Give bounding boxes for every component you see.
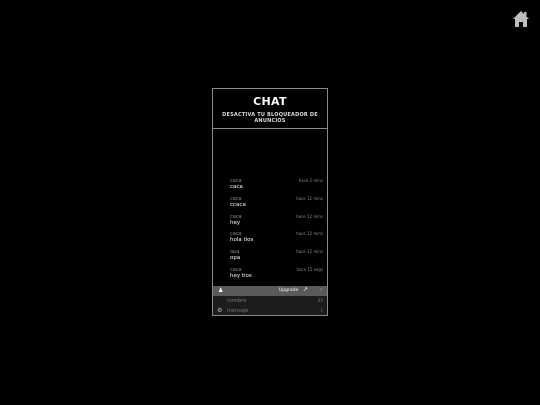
message-item: caca hey hace 12 mins (230, 213, 323, 231)
message-time: hace 15 segs (296, 266, 323, 272)
home-button[interactable] (512, 10, 530, 28)
message-time: hace 12 mins (296, 249, 323, 255)
message-time: hace 12 mins (296, 231, 323, 237)
user-icon[interactable]: ♟ (218, 287, 223, 295)
chat-input-area: 45 ⚙ 1 (213, 296, 327, 315)
chat-toolbar: ♟ Upgrade ↗ × (213, 286, 327, 296)
message-time: hace 2 mins (298, 178, 323, 183)
name-row: 45 (213, 296, 327, 306)
message-text: hey tios (230, 272, 252, 279)
home-icon (513, 11, 529, 27)
message-text: opa (230, 255, 241, 262)
message-text: hey (230, 219, 241, 226)
gear-icon[interactable]: ⚙ (217, 307, 222, 315)
close-icon[interactable]: × (319, 286, 323, 294)
chat-title: CHAT (253, 95, 287, 108)
message-char-count: 1 (320, 308, 323, 313)
message-item: caca caca hace 2 mins (230, 177, 323, 195)
chat-subtitle: DESACTIVA TU BLOQUEADOR DE ANUNCIOS (222, 112, 318, 124)
message-list: caca caca hace 2 mins caca ccaca hace 12… (213, 177, 327, 284)
message-row: ⚙ 1 (213, 306, 327, 316)
message-time: hace 12 mins (296, 213, 323, 219)
name-input[interactable] (227, 297, 309, 305)
message-item: caca hola tios hace 12 mins (230, 230, 323, 248)
message-text: caca (230, 184, 243, 190)
external-link-icon[interactable]: ↗ (303, 286, 308, 294)
message-item: caca ccaca hace 12 mins (230, 195, 323, 213)
message-item: caca hey tios hace 15 segs (230, 266, 323, 284)
name-char-count: 45 (317, 298, 323, 303)
message-input[interactable] (227, 307, 309, 315)
chat-header: CHAT DESACTIVA TU BLOQUEADOR DE ANUNCIOS (213, 89, 327, 129)
upgrade-link[interactable]: Upgrade (279, 288, 298, 294)
message-text: ccaca (230, 201, 246, 208)
chat-widget: CHAT DESACTIVA TU BLOQUEADOR DE ANUNCIOS… (212, 88, 328, 316)
message-text: hola tios (230, 237, 254, 244)
message-item: opa opa hace 12 mins (230, 248, 323, 266)
message-time: hace 12 mins (296, 195, 323, 201)
